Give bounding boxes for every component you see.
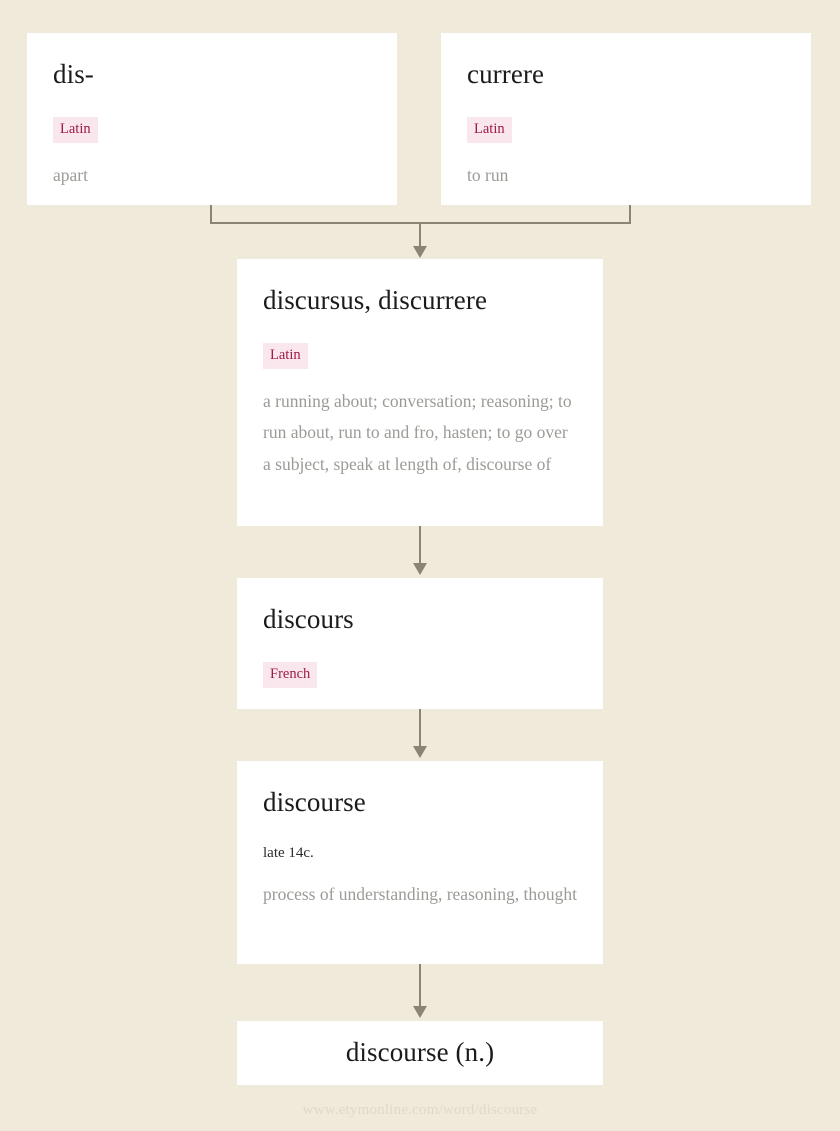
etymology-node-discursus[interactable]: discursus, discurrere Latin a running ab… (237, 259, 603, 526)
language-badge: French (263, 662, 318, 688)
etymology-node-discourse[interactable]: discourse late 14c. process of understan… (237, 761, 603, 964)
language-badge: Latin (53, 117, 98, 143)
node-date: late 14c. (263, 845, 314, 862)
etymology-node-dis[interactable]: dis- Latin apart (27, 33, 397, 205)
node-title: currere (467, 59, 545, 89)
arrow-head-icon (413, 563, 427, 575)
language-badge: Latin (467, 117, 512, 143)
node-gloss: a running about; conversation; reasoning… (263, 390, 572, 475)
node-title: discursus, discurrere (263, 285, 488, 315)
node-title: discourse (263, 787, 366, 817)
connector-drop-to-final (419, 964, 421, 1009)
node-gloss: to run (467, 164, 509, 185)
source-url: www.etymonline.com/word/discourse (302, 1102, 538, 1118)
arrow-head-icon (413, 246, 427, 258)
node-title: discourse (n.) (345, 1037, 495, 1068)
arrow-head-icon (413, 746, 427, 758)
node-title: dis- (53, 59, 94, 89)
etymology-node-discours[interactable]: discours French (237, 578, 603, 709)
etymology-node-final-headword[interactable]: discourse (n.) (237, 1021, 603, 1085)
arrow-head-icon (413, 1006, 427, 1018)
connector-drop-to-discours (419, 526, 421, 566)
etymology-node-currere[interactable]: currere Latin to run (441, 33, 811, 205)
language-badge: Latin (263, 343, 308, 369)
etymology-diagram: dis- Latin apart currere Latin to run di… (0, 0, 840, 1131)
connector-drop-to-discourse (419, 709, 421, 749)
node-gloss: apart (53, 164, 88, 185)
node-title: discours (263, 604, 354, 634)
node-gloss: process of understanding, reasoning, tho… (263, 883, 577, 904)
